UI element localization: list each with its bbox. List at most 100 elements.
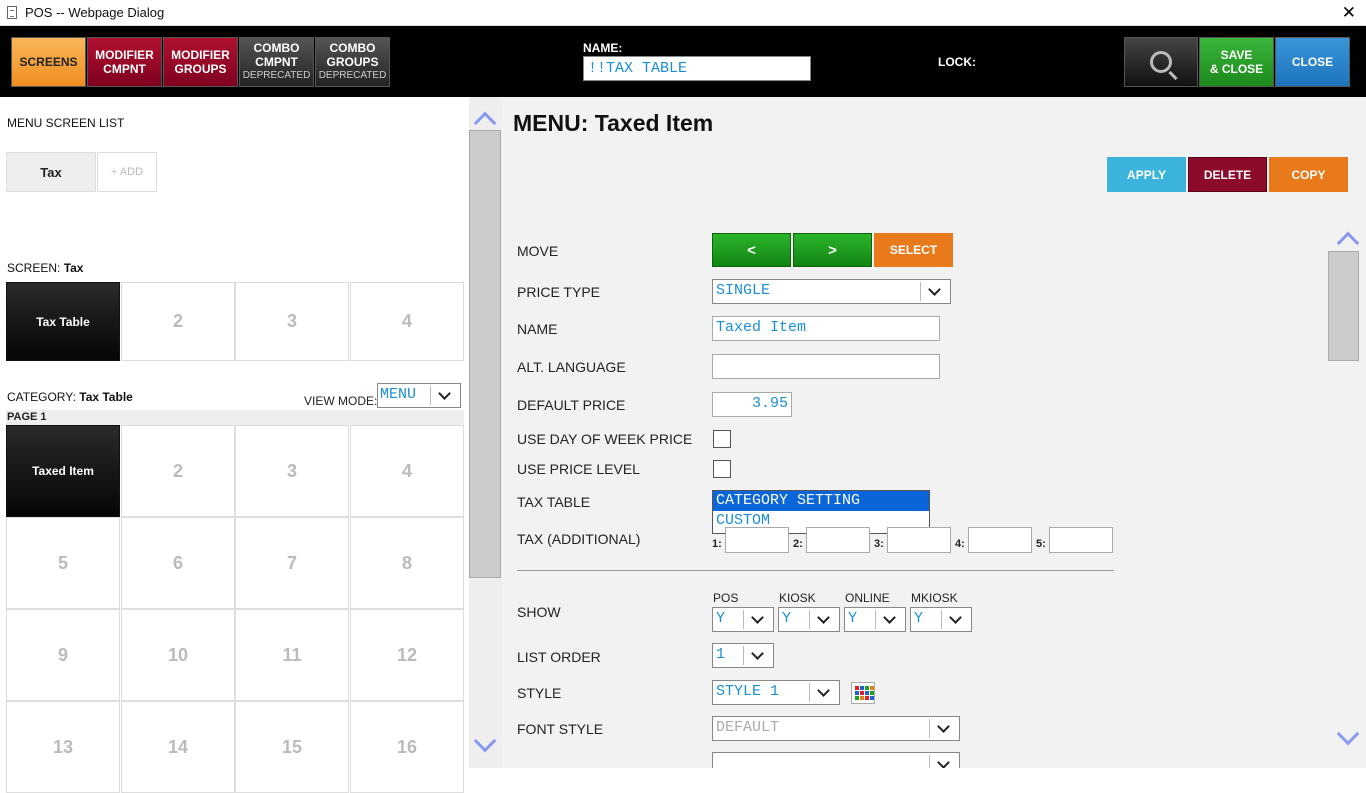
right-panel: MENU: Taxed Item APPLY DELETE COPY MOVE … bbox=[502, 97, 1366, 768]
name-label: NAME: bbox=[583, 41, 623, 55]
save-close-line2: & CLOSE bbox=[1209, 62, 1264, 76]
select-button[interactable]: SELECT bbox=[874, 233, 953, 267]
modifier-groups-button[interactable]: MODIFIER GROUPS bbox=[163, 37, 238, 87]
tax-slot-input[interactable] bbox=[725, 527, 789, 553]
item-name-input[interactable]: Taxed Item bbox=[712, 316, 940, 341]
tax-slot-label: 2: bbox=[793, 538, 803, 550]
page-label: PAGE 1 bbox=[6, 410, 464, 425]
screen-label: SCREEN: Tax bbox=[7, 261, 83, 275]
page-title: MENU: Taxed Item bbox=[513, 110, 714, 136]
item-cell[interactable]: 10 bbox=[121, 609, 235, 701]
item-cell[interactable]: 12 bbox=[350, 609, 464, 701]
chevron-down-icon bbox=[809, 683, 837, 702]
combo-cmpnt-line2: CMPNT bbox=[255, 55, 298, 69]
window-close-icon[interactable]: ✕ bbox=[1342, 3, 1356, 23]
screen-cell[interactable]: Tax Table bbox=[6, 282, 120, 361]
item-cell[interactable]: 3 bbox=[235, 425, 349, 517]
tax-slot-label: 1: bbox=[712, 538, 722, 550]
chevron-down-icon[interactable] bbox=[1336, 722, 1360, 746]
list-order-value: 1 bbox=[716, 646, 726, 663]
copy-button[interactable]: COPY bbox=[1269, 157, 1348, 192]
left-scrollbar[interactable] bbox=[469, 97, 502, 768]
left-scroll-thumb[interactable] bbox=[469, 130, 501, 578]
delete-button[interactable]: DELETE bbox=[1188, 157, 1267, 192]
view-mode-select[interactable]: MENU bbox=[377, 383, 461, 408]
use-price-level-checkbox[interactable] bbox=[713, 460, 731, 478]
view-mode-label: VIEW MODE: bbox=[304, 394, 378, 408]
tax-slot-input[interactable] bbox=[1049, 527, 1113, 553]
item-cell[interactable]: 14 bbox=[121, 701, 235, 793]
screen-cell[interactable]: 4 bbox=[350, 282, 464, 361]
chevron-down-icon bbox=[929, 755, 957, 768]
use-dow-price-checkbox[interactable] bbox=[713, 430, 731, 448]
style-select[interactable]: STYLE 1 bbox=[712, 680, 840, 705]
tax-slot-input[interactable] bbox=[968, 527, 1032, 553]
chevron-down-icon bbox=[920, 282, 948, 301]
tax-slot-input[interactable] bbox=[887, 527, 951, 553]
close-button[interactable]: CLOSE bbox=[1275, 37, 1350, 87]
default-price-input[interactable]: 3.95 bbox=[712, 392, 792, 417]
item-cell[interactable]: 9 bbox=[6, 609, 120, 701]
apply-button[interactable]: APPLY bbox=[1107, 157, 1186, 192]
modifier-cmpnt-button[interactable]: MODIFIER CMPNT bbox=[87, 37, 162, 87]
price-type-select[interactable]: SINGLE bbox=[712, 279, 951, 304]
combo-cmpnt-deprecated: DEPRECATED bbox=[242, 70, 311, 81]
item-cell[interactable]: 16 bbox=[350, 701, 464, 793]
next-select-partial[interactable] bbox=[712, 752, 960, 768]
show-online-select[interactable]: Y bbox=[844, 607, 906, 632]
font-style-select[interactable]: DEFAULT bbox=[712, 716, 960, 741]
list-order-select[interactable]: 1 bbox=[712, 643, 774, 668]
screen-name: Tax bbox=[63, 261, 84, 275]
screen-tab-tax[interactable]: Tax bbox=[6, 152, 96, 192]
alt-language-label: ALT. LANGUAGE bbox=[517, 359, 626, 375]
item-cell[interactable]: 4 bbox=[350, 425, 464, 517]
show-col-pos: POS bbox=[713, 591, 739, 605]
show-kiosk-select[interactable]: Y bbox=[778, 607, 840, 632]
move-next-button[interactable]: > bbox=[793, 233, 872, 267]
combo-cmpnt-button[interactable]: COMBO CMPNT DEPRECATED bbox=[239, 37, 314, 87]
color-grid-icon[interactable] bbox=[851, 682, 875, 704]
screens-button[interactable]: SCREENS bbox=[11, 37, 86, 87]
window-title: POS -- Webpage Dialog bbox=[25, 5, 165, 20]
right-scrollbar[interactable] bbox=[1328, 218, 1366, 768]
tax-table-option[interactable]: CATEGORY SETTING bbox=[713, 491, 929, 511]
item-cell[interactable]: 13 bbox=[6, 701, 120, 793]
screen-cell[interactable]: 3 bbox=[235, 282, 349, 361]
chevron-down-icon[interactable] bbox=[473, 729, 497, 753]
font-style-value: DEFAULT bbox=[716, 719, 780, 736]
tax-slot-label: 5: bbox=[1036, 538, 1046, 550]
move-prev-button[interactable]: < bbox=[712, 233, 791, 267]
tax-slot-label: 3: bbox=[874, 538, 884, 550]
show-pos-select[interactable]: Y bbox=[712, 607, 774, 632]
item-cell[interactable]: 6 bbox=[121, 517, 235, 609]
close-button-label: CLOSE bbox=[1291, 55, 1334, 69]
modifier-cmpnt-line1: MODIFIER bbox=[95, 48, 154, 62]
item-cell[interactable]: 15 bbox=[235, 701, 349, 793]
right-scroll-thumb[interactable] bbox=[1328, 251, 1359, 361]
category-label-text: CATEGORY: bbox=[7, 390, 76, 404]
item-cell[interactable]: 8 bbox=[350, 517, 464, 609]
item-cell[interactable]: 7 bbox=[235, 517, 349, 609]
list-order-label: LIST ORDER bbox=[517, 649, 601, 665]
tax-slot-input[interactable] bbox=[806, 527, 870, 553]
show-col-online: ONLINE bbox=[845, 591, 890, 605]
modifier-groups-line2: GROUPS bbox=[174, 62, 227, 76]
document-icon bbox=[7, 6, 17, 19]
item-cell[interactable]: 5 bbox=[6, 517, 120, 609]
toolbar: SCREENS MODIFIER CMPNT MODIFIER GROUPS C… bbox=[0, 26, 1366, 97]
tax-slot-label: 4: bbox=[955, 538, 965, 550]
save-close-button[interactable]: SAVE & CLOSE bbox=[1199, 37, 1274, 87]
combo-groups-button[interactable]: COMBO GROUPS DEPRECATED bbox=[315, 37, 390, 87]
item-cell[interactable]: Taxed Item bbox=[6, 425, 120, 517]
default-price-label: DEFAULT PRICE bbox=[517, 397, 626, 413]
alt-language-input[interactable] bbox=[712, 354, 940, 379]
item-cell[interactable]: 11 bbox=[235, 609, 349, 701]
section-divider bbox=[517, 570, 1114, 571]
show-pos-value: Y bbox=[716, 610, 726, 627]
search-button[interactable] bbox=[1124, 37, 1198, 87]
add-screen-button[interactable]: + ADD bbox=[97, 152, 157, 192]
item-cell[interactable]: 2 bbox=[121, 425, 235, 517]
name-input[interactable]: !!TAX TABLE bbox=[583, 56, 811, 81]
show-mkiosk-select[interactable]: Y bbox=[910, 607, 972, 632]
screen-cell[interactable]: 2 bbox=[121, 282, 235, 361]
